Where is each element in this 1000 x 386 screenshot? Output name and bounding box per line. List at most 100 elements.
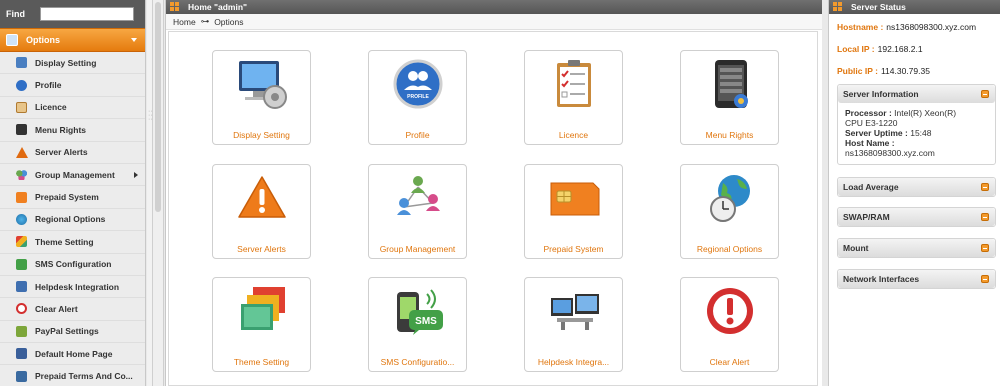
mount-header[interactable]: Mount	[838, 239, 995, 257]
menu-item[interactable]: Group Management	[0, 164, 145, 187]
menu-item[interactable]: Clear Alert	[0, 298, 145, 321]
load-average-title: Load Average	[843, 182, 899, 192]
server-status-header: Server Status	[829, 0, 1000, 14]
menu-item[interactable]: Helpdesk Integration	[0, 276, 145, 299]
grid-icon	[170, 2, 180, 12]
clear-alert-icon	[16, 303, 27, 315]
hostname-value: ns1368098300.xyz.com	[886, 22, 977, 32]
processor-label: Processor :	[845, 108, 892, 118]
menu-item[interactable]: Theme Setting	[0, 231, 145, 254]
clear-alert-icon	[707, 288, 753, 334]
menu-item[interactable]: Prepaid Terms And Co...	[0, 365, 145, 386]
local-ip-value: 192.168.2.1	[877, 44, 923, 54]
expand-icon[interactable]	[981, 244, 989, 252]
menu-item[interactable]: SMS Configuration	[0, 254, 145, 276]
swap-ram-box: SWAP/RAM	[837, 207, 996, 227]
hostname-row: Hostname : ns1368098300.xyz.com	[829, 16, 1000, 38]
hostname-label: Hostname :	[837, 22, 884, 32]
menu-item[interactable]: PayPal Settings	[0, 321, 145, 344]
menu-item[interactable]: Licence	[0, 97, 145, 120]
scrollbar-thumb[interactable]	[155, 2, 161, 212]
sidebar: Find Options Display Setting Profile Lic…	[0, 0, 146, 386]
menu-item-label: Theme Setting	[35, 236, 94, 247]
tile-regional-options[interactable]: Regional Options	[680, 164, 779, 259]
server-information-box: Server Information Processor : Intel(R) …	[837, 84, 996, 165]
menu-item-label: Clear Alert	[35, 303, 78, 314]
options-section-header[interactable]: Options	[0, 28, 145, 52]
menu-item-label: Prepaid System	[35, 192, 99, 203]
menu-item[interactable]: Server Alerts	[0, 142, 145, 164]
menu-item-label: Server Alerts	[35, 147, 88, 158]
licence-icon	[557, 60, 591, 107]
tile-theme-setting[interactable]: Theme Setting	[212, 277, 311, 372]
theme-icon	[16, 236, 27, 248]
server-information-body: Processor : Intel(R) Xeon(R) CPU E3-1220…	[838, 103, 995, 164]
swap-ram-title: SWAP/RAM	[843, 212, 890, 222]
tile-label: Menu Rights	[705, 130, 754, 140]
tile-display-setting[interactable]: Display Setting	[212, 50, 311, 145]
main-panel-title: Home "admin"	[188, 2, 248, 12]
processor-row-2: CPU E3-1220	[845, 118, 898, 128]
tile-label: Theme Setting	[233, 357, 290, 367]
tile-profile[interactable]: PROFILE Profile	[368, 50, 467, 145]
display-setting-icon	[239, 61, 287, 109]
prepaid-system-icon	[550, 182, 600, 216]
menu-item-label: SMS Configuration	[35, 259, 112, 270]
expand-icon[interactable]	[981, 183, 989, 191]
menu-item[interactable]: Profile	[0, 74, 145, 97]
menu-item-label: Licence	[35, 102, 67, 113]
menu-item[interactable]: Prepaid System	[0, 186, 145, 209]
tile-label: Licence	[558, 130, 589, 140]
tile-licence[interactable]: Licence	[524, 50, 623, 145]
expand-icon[interactable]	[981, 213, 989, 221]
load-average-box: Load Average	[837, 177, 996, 197]
regional-options-icon	[710, 175, 750, 222]
tile-server-alerts[interactable]: Server Alerts	[212, 164, 311, 259]
network-interfaces-header[interactable]: Network Interfaces	[838, 270, 995, 288]
expand-icon[interactable]	[981, 275, 989, 283]
local-ip-row: Local IP :192.168.2.1	[829, 38, 1000, 60]
processor-value: Intel(R) Xeon(R)	[894, 108, 957, 118]
public-ip-label: Public IP :	[837, 66, 878, 76]
main-panel-header: Home "admin"	[166, 0, 822, 14]
find-input[interactable]	[40, 7, 134, 21]
breadcrumb-home[interactable]: Home	[173, 17, 196, 27]
tile-label: Display Setting	[233, 130, 290, 140]
menu-item[interactable]: Display Setting	[0, 52, 145, 75]
load-average-header[interactable]: Load Average	[838, 178, 995, 196]
tile-prepaid-system[interactable]: Prepaid System	[524, 164, 623, 259]
tile-clear-alert[interactable]: Clear Alert	[680, 277, 779, 372]
collapse-icon[interactable]	[981, 90, 989, 98]
find-bar: Find	[0, 0, 145, 28]
menu-item[interactable]: Menu Rights	[0, 119, 145, 142]
tile-helpdesk-integration[interactable]: Helpdesk Integra...	[524, 277, 623, 372]
tile-label: Clear Alert	[709, 357, 750, 367]
server-information-header[interactable]: Server Information	[838, 85, 995, 103]
breadcrumb: Home ⊶ Options	[166, 14, 822, 30]
menu-item-label: Profile	[35, 80, 62, 91]
menu-item[interactable]: Default Home Page	[0, 343, 145, 366]
svg-text:PROFILE: PROFILE	[407, 94, 429, 100]
tile-label: Group Management	[379, 244, 456, 254]
tile-menu-rights[interactable]: Menu Rights	[680, 50, 779, 145]
mount-title: Mount	[843, 243, 869, 253]
clipboard-icon	[16, 101, 27, 113]
sidebar-scrollbar[interactable]	[153, 0, 164, 386]
tile-sms-configuration[interactable]: SMS SMS Configuratio...	[368, 277, 467, 372]
menu-item-label: Menu Rights	[35, 124, 86, 135]
paypal-icon	[16, 325, 27, 337]
monitor-icon	[16, 57, 27, 69]
menu-item[interactable]: Regional Options	[0, 209, 145, 232]
uptime-label: Server Uptime :	[845, 128, 908, 138]
swap-ram-header[interactable]: SWAP/RAM	[838, 208, 995, 226]
uptime-row: Server Uptime : 15:48	[845, 128, 988, 138]
phone-menu-icon	[16, 124, 27, 136]
tile-group-management[interactable]: Group Management	[368, 164, 467, 259]
terms-icon	[16, 370, 27, 382]
profile-icon	[16, 79, 27, 91]
local-ip-label: Local IP :	[837, 44, 875, 54]
sms-icon	[16, 258, 27, 270]
host-name-label-text: Host Name :	[845, 138, 895, 148]
options-grid: Display Setting PROFILE Profile Licence …	[168, 31, 818, 386]
menu-item-label: Helpdesk Integration	[35, 281, 120, 292]
